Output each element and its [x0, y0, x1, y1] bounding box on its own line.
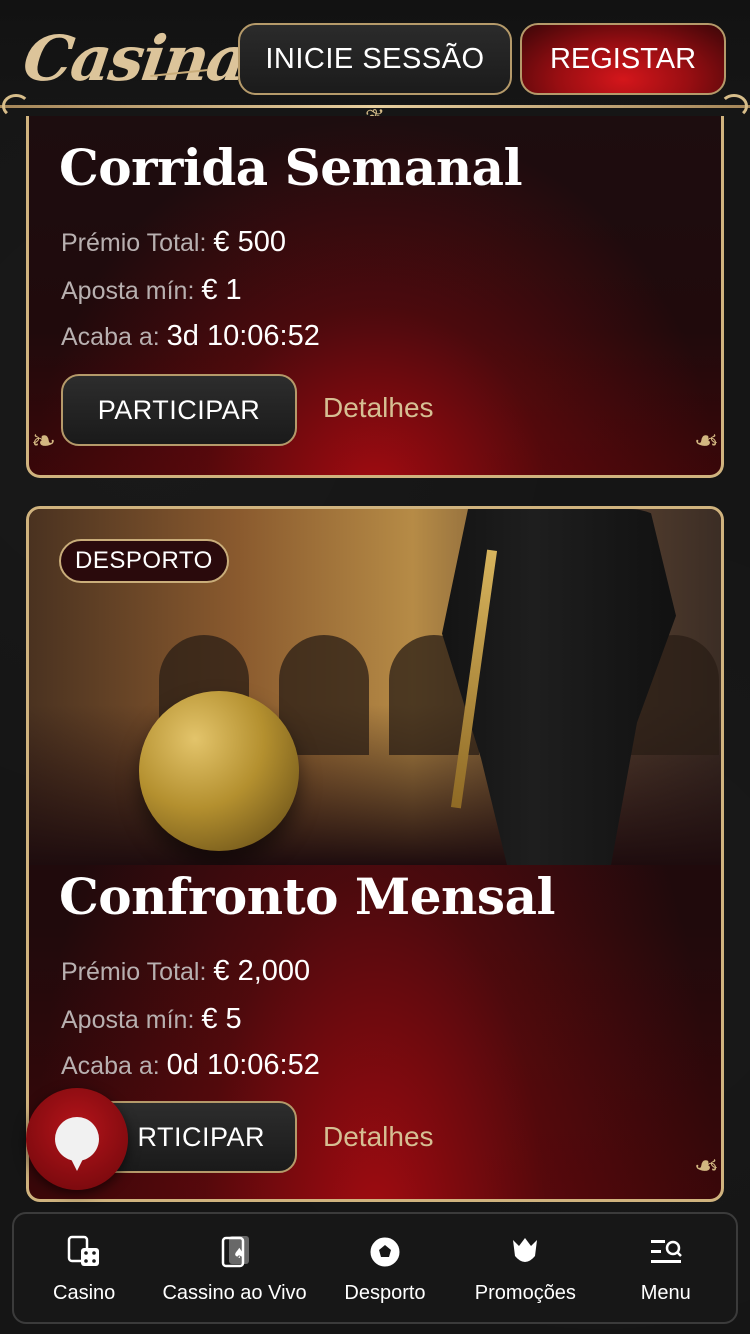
nav-label: Desporto — [344, 1281, 426, 1304]
prize-value: € 500 — [213, 226, 286, 258]
min-bet-row: Aposta mín: € 5 — [61, 1003, 242, 1036]
tournament-title: Corrida Semanal — [59, 138, 523, 197]
min-bet-label: Aposta mín: — [61, 277, 195, 305]
nav-label: Promoções — [474, 1281, 576, 1304]
prize-label: Prémio Total: — [61, 229, 207, 257]
min-bet-value: € 5 — [201, 1003, 242, 1035]
svg-text:♠: ♠ — [233, 1246, 246, 1262]
min-bet-label: Aposta mín: — [61, 1006, 195, 1034]
ornament-left-icon — [2, 94, 30, 118]
login-button[interactable]: INICIE SESSÃO — [238, 23, 512, 95]
nav-label: Menu — [640, 1281, 691, 1304]
category-badge: DESPORTO — [59, 539, 229, 583]
live-chat-button[interactable] — [26, 1088, 128, 1190]
nav-item-casino[interactable]: Casino — [14, 1232, 154, 1305]
playing-card-icon: ♠ — [215, 1232, 255, 1272]
nav-label: Cassino ao Vivo — [162, 1281, 307, 1304]
nav-item-promotions[interactable]: Promoções — [455, 1232, 595, 1305]
nav-label: Casino — [53, 1281, 116, 1304]
corner-ornament-icon: ❧ — [693, 1150, 719, 1183]
corner-ornament-icon: ❧ — [693, 425, 719, 458]
bottom-navigation: Casino ♠ Cassino ao Vivo Desporto Promoç… — [12, 1212, 738, 1324]
nav-item-sport[interactable]: Desporto — [315, 1232, 455, 1305]
menu-search-icon — [646, 1232, 686, 1272]
ends-label: Acaba a: — [61, 1052, 160, 1080]
ends-label: Acaba a: — [61, 323, 160, 351]
details-link[interactable]: Detalhes — [323, 1121, 434, 1153]
golden-ball — [139, 691, 299, 851]
soccer-ball-icon — [365, 1232, 405, 1272]
prize-value: € 2,000 — [213, 955, 311, 987]
ends-at-row: Acaba a: 3d 10:06:52 — [61, 320, 320, 353]
min-bet-value: € 1 — [201, 274, 242, 306]
ends-countdown: 0d 10:06:52 — [166, 1049, 320, 1081]
arena-arch — [279, 635, 369, 755]
participate-button[interactable]: PARTICIPAR — [61, 374, 297, 446]
ornament-right-icon — [720, 94, 748, 118]
details-link[interactable]: Detalhes — [323, 392, 434, 424]
top-header: Casina INICIE SESSÃO REGISTAR ❦ — [0, 0, 750, 131]
ends-countdown: 3d 10:06:52 — [166, 320, 320, 352]
min-bet-row: Aposta mín: € 1 — [61, 274, 242, 307]
nav-item-live-casino[interactable]: ♠ Cassino ao Vivo — [155, 1232, 315, 1305]
casina-logo[interactable]: Casina — [19, 22, 250, 95]
tournament-card-weekly: Corrida Semanal Prémio Total: € 500 Apos… — [26, 116, 724, 478]
register-button[interactable]: REGISTAR — [520, 23, 726, 95]
prize-label: Prémio Total: — [61, 958, 207, 986]
dice-cards-icon — [64, 1232, 104, 1272]
prize-total-row: Prémio Total: € 2,000 — [61, 955, 310, 988]
ends-at-row: Acaba a: 0d 10:06:52 — [61, 1049, 320, 1082]
tulip-icon — [505, 1232, 545, 1272]
tournament-card-monthly: DESPORTO Confronto Mensal Prémio Total: … — [26, 506, 724, 1202]
prize-total-row: Prémio Total: € 500 — [61, 226, 286, 259]
nav-item-menu[interactable]: Menu — [596, 1232, 736, 1305]
tournament-title: Confronto Mensal — [59, 867, 555, 926]
corner-ornament-icon: ❧ — [31, 425, 57, 458]
chat-bubble-icon — [55, 1117, 99, 1171]
